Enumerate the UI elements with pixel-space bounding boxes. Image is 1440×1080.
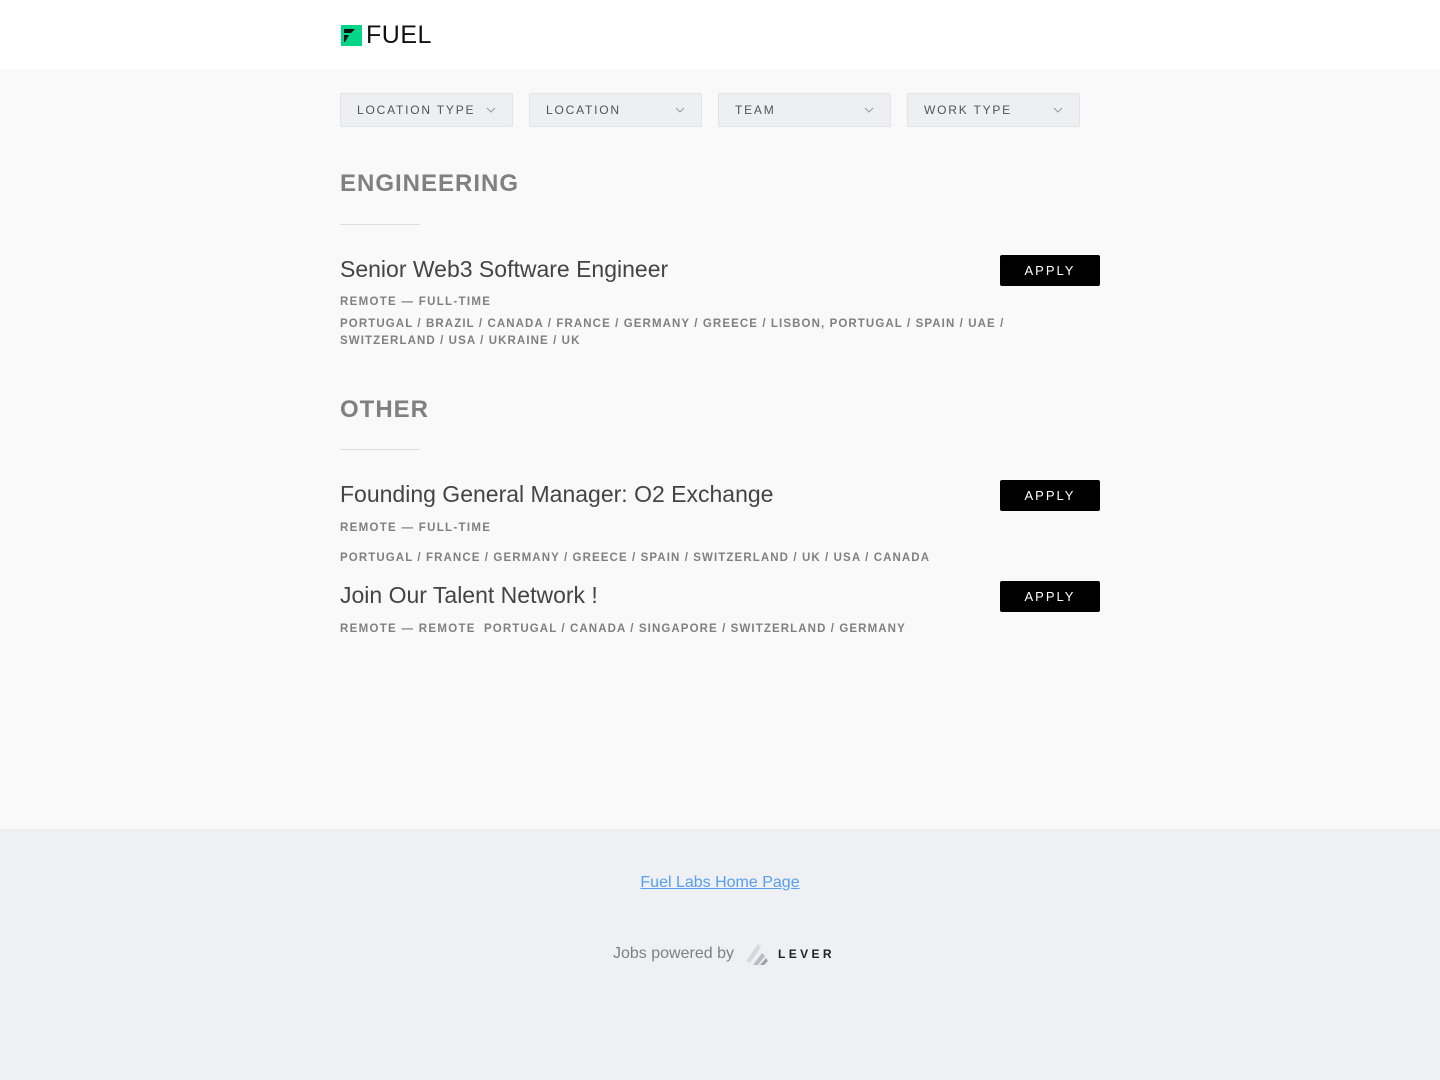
posting-locations: PORTUGAL / BRAZIL / CANADA / FRANCE / GE… xyxy=(340,318,1005,347)
posting-locations: PORTUGAL / CANADA / SINGAPORE / SWITZERL… xyxy=(484,623,906,635)
filter-label: TEAM xyxy=(735,103,776,117)
chevron-down-icon xyxy=(864,107,874,113)
home-link-wrap: Fuel Labs Home Page xyxy=(0,874,1440,892)
group-title-engineering: ENGINEERING xyxy=(340,170,520,197)
apply-button[interactable]: APPLY xyxy=(1000,480,1100,511)
home-page-link[interactable]: Fuel Labs Home Page xyxy=(640,874,799,891)
group-title-other: OTHER xyxy=(340,396,429,423)
fuel-logo-icon xyxy=(341,25,362,46)
site-header: FUEL xyxy=(0,0,1440,70)
lever-icon xyxy=(745,944,768,965)
filter-work-type[interactable]: WORK TYPE xyxy=(907,93,1080,127)
site-footer: Fuel Labs Home Page Jobs powered by LEVE… xyxy=(0,829,1440,1080)
fuel-logo[interactable]: FUEL xyxy=(341,23,432,48)
powered-by: Jobs powered by LEVER xyxy=(613,941,835,967)
posting-title[interactable]: Join Our Talent Network ! xyxy=(340,582,598,609)
filter-team[interactable]: TEAM xyxy=(718,93,891,127)
powered-by-text: Jobs powered by xyxy=(613,945,734,962)
postings-main: LOCATION TYPE LOCATION TEAM WORK TYPE EN… xyxy=(0,70,1440,829)
lever-logo[interactable]: LEVER xyxy=(744,941,835,967)
filter-location[interactable]: LOCATION xyxy=(529,93,702,127)
filter-bar: LOCATION TYPE LOCATION TEAM WORK TYPE xyxy=(340,93,1080,127)
posting-title[interactable]: Senior Web3 Software Engineer xyxy=(340,256,668,283)
group-divider xyxy=(340,449,420,450)
brand-name: FUEL xyxy=(366,21,432,49)
filter-label: WORK TYPE xyxy=(924,103,1012,117)
filter-location-type[interactable]: LOCATION TYPE xyxy=(340,93,513,127)
chevron-down-icon xyxy=(486,107,496,113)
apply-button[interactable]: APPLY xyxy=(1000,581,1100,612)
chevron-down-icon xyxy=(1053,107,1063,113)
apply-button[interactable]: APPLY xyxy=(1000,255,1100,286)
posting-meta: REMOTE — REMOTE xyxy=(340,623,476,635)
posting-locations: PORTUGAL / FRANCE / GERMANY / GREECE / S… xyxy=(340,552,931,564)
filter-label: LOCATION xyxy=(546,103,621,117)
lever-wordmark: LEVER xyxy=(777,947,835,961)
group-divider xyxy=(340,224,420,225)
chevron-down-icon xyxy=(675,107,685,113)
posting-meta: REMOTE — FULL-TIME xyxy=(340,296,492,308)
filter-label: LOCATION TYPE xyxy=(357,103,476,117)
posting-title[interactable]: Founding General Manager: O2 Exchange xyxy=(340,481,773,508)
posting-meta: REMOTE — FULL-TIME xyxy=(340,522,492,534)
